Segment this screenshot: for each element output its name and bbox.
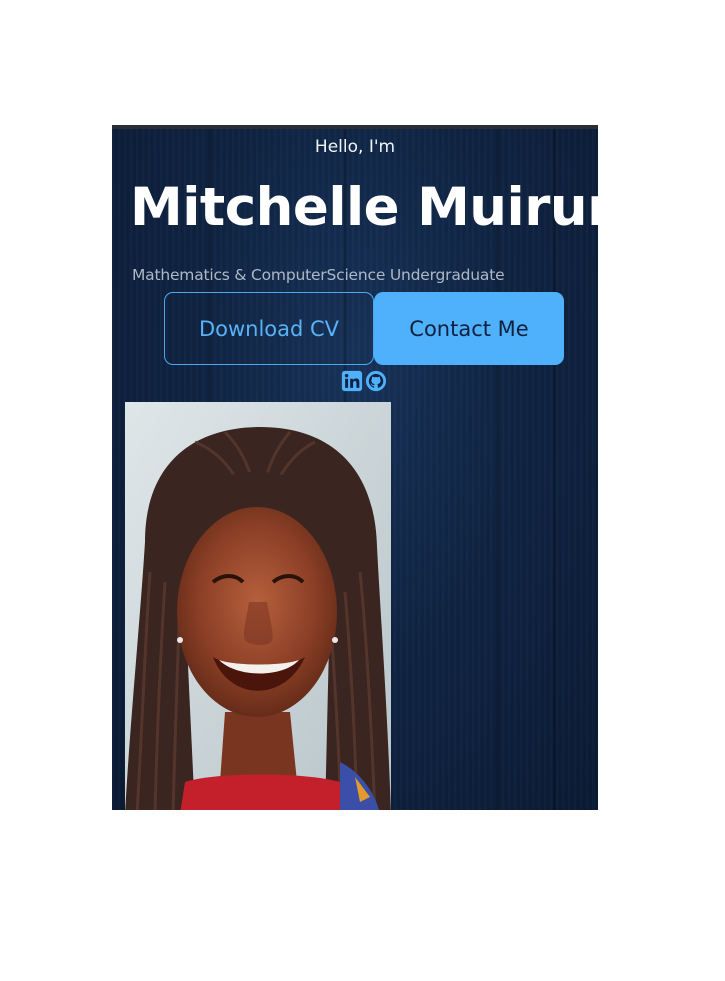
contact-me-button[interactable]: Contact Me	[374, 292, 564, 365]
greeting-text: Hello, I'm	[314, 137, 396, 157]
github-icon[interactable]	[365, 370, 387, 392]
download-cv-label: Download CV	[198, 316, 340, 341]
social-links	[341, 370, 387, 392]
profile-name: Mitchelle Muiruri	[130, 177, 598, 238]
profile-subtitle: Mathematics & ComputerScience Undergradu…	[132, 266, 505, 284]
profile-photo	[125, 402, 391, 810]
contact-me-label: Contact Me	[409, 316, 529, 341]
download-cv-button[interactable]: Download CV	[164, 292, 374, 365]
profile-photo-image	[125, 402, 391, 810]
linkedin-icon[interactable]	[341, 370, 363, 392]
page-canvas: Hello, I'm Mitchelle Muiruri Mathematics…	[0, 0, 725, 981]
hero-section: Hello, I'm Mitchelle Muiruri Mathematics…	[112, 125, 598, 810]
